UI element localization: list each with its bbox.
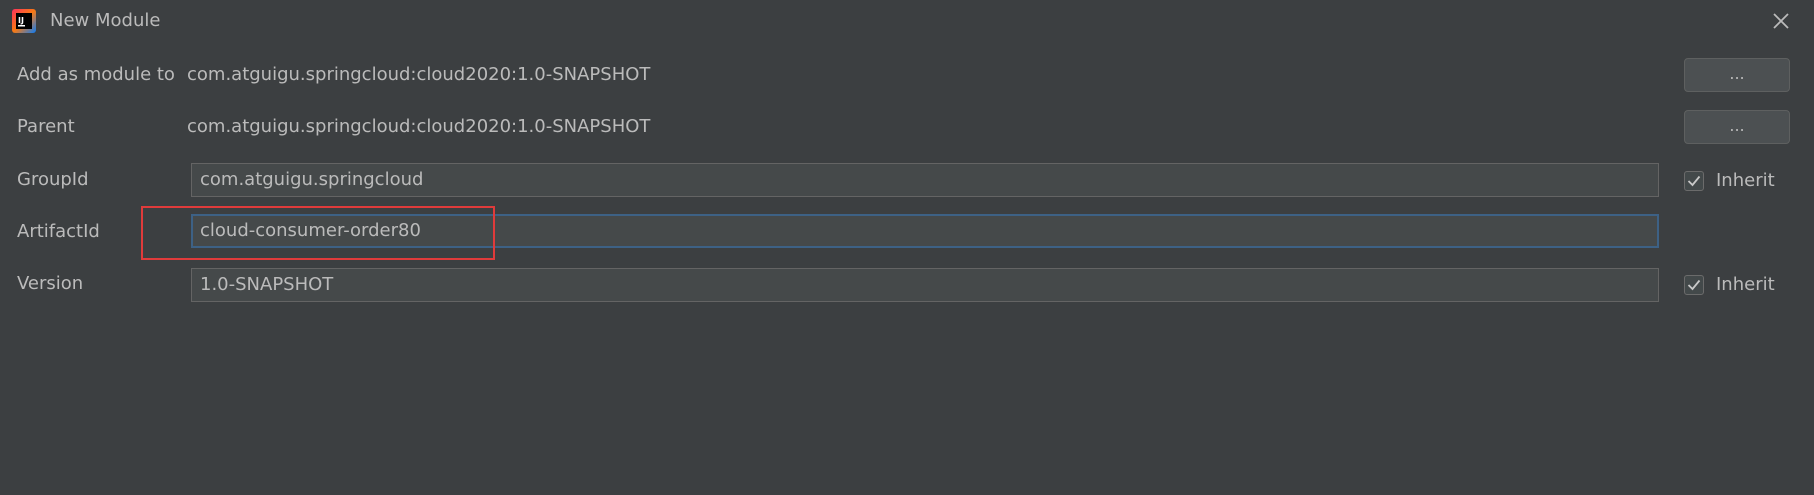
group-id-field[interactable]: com.atguigu.springcloud — [191, 163, 1659, 197]
artifact-id-label: ArtifactId — [17, 221, 100, 242]
artifact-id-field[interactable]: cloud-consumer-order80 — [191, 214, 1659, 248]
close-icon[interactable] — [1768, 8, 1794, 34]
parent-value: com.atguigu.springcloud:cloud2020:1.0-SN… — [187, 116, 651, 137]
version-inherit-checkbox[interactable] — [1684, 275, 1704, 295]
group-id-inherit-checkbox[interactable] — [1684, 171, 1704, 191]
version-field[interactable]: 1.0-SNAPSHOT — [191, 268, 1659, 302]
add-as-module-to-label: Add as module to — [17, 64, 175, 85]
dialog-title: New Module — [50, 10, 161, 31]
group-id-inherit-label: Inherit — [1716, 170, 1775, 191]
svg-text:IJ: IJ — [18, 16, 24, 25]
add-as-module-browse-button[interactable]: ... — [1684, 58, 1790, 92]
checkmark-icon — [1687, 279, 1701, 291]
parent-browse-button[interactable]: ... — [1684, 110, 1790, 144]
version-label: Version — [17, 273, 84, 294]
parent-label: Parent — [17, 116, 75, 137]
title-bar: IJ New Module — [0, 0, 1814, 42]
intellij-idea-icon: IJ — [12, 9, 36, 33]
group-id-label: GroupId — [17, 169, 89, 190]
add-as-module-to-value: com.atguigu.springcloud:cloud2020:1.0-SN… — [187, 64, 651, 85]
checkmark-icon — [1687, 175, 1701, 187]
version-inherit-label: Inherit — [1716, 274, 1775, 295]
new-module-dialog: IJ New Module Add as module to com.atgui… — [0, 0, 1814, 495]
